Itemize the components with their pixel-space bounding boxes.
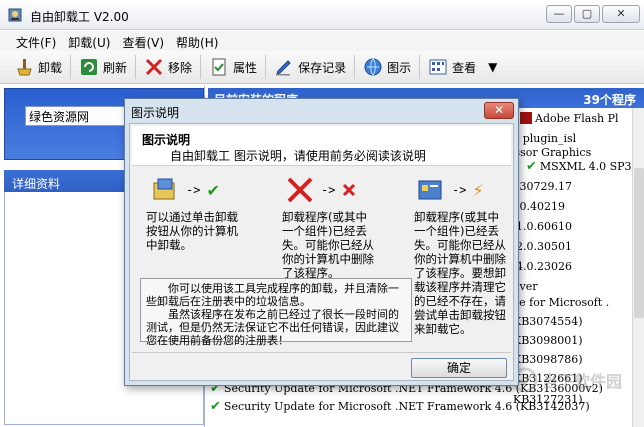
list-item[interactable]: ce for Microsoft .: [513, 292, 609, 312]
legend-item-1: -> ✔: [150, 172, 260, 208]
list-item[interactable]: 2.0.30501: [516, 236, 572, 256]
red-x-icon: [145, 58, 163, 76]
legend-dialog: 图示说明 ✕ 图示说明 自由卸载工 图示说明，请使用前务必阅读该说明 -> ✔ …: [124, 98, 519, 386]
legend-item-2: ->: [285, 172, 395, 208]
dropdown-arrow-icon[interactable]: ▼: [488, 60, 497, 74]
search-input[interactable]: [25, 106, 127, 126]
list-item[interactable]: Adobe Flash Pl: [520, 108, 619, 128]
dialog-title: 图示说明: [131, 106, 180, 120]
dialog-body: 图示说明 自由卸载工 图示说明，请使用前务必阅读该说明 -> ✔ -> -> ⚡…: [129, 123, 514, 381]
list-item[interactable]: ✔ MSXML 4.0 SP3: [526, 156, 632, 176]
minimize-button[interactable]: —: [546, 5, 572, 23]
save-log-button[interactable]: 保存记录: [268, 53, 352, 81]
list-scrollbar[interactable]: [632, 108, 644, 427]
legend-desc-2: 卸载程序(或其中一个组件)已经丢失。可能你已经从你的计算机中删除了该程序。: [282, 210, 374, 280]
maximize-button[interactable]: ▢: [574, 5, 600, 23]
window-title: 自由卸载工 V2.00: [30, 10, 129, 24]
remove-button[interactable]: 移除: [138, 53, 198, 81]
view-button[interactable]: 查看 ▼: [422, 53, 503, 81]
properties-button[interactable]: 属性: [203, 53, 263, 81]
scroll-thumb[interactable]: [634, 168, 644, 318]
legend-desc-3: 卸载程序(或其中一个组件)已经丢失。可能你已经从你的计算机中删除了该程序。要想卸…: [414, 210, 506, 336]
check-icon: ✔: [210, 398, 221, 414]
menu-uninstall[interactable]: 卸载(U): [62, 31, 116, 51]
menu-bar: 文件(F) 卸载(U) 查看(V) 帮助(H): [0, 31, 644, 51]
flash-icon: [520, 112, 532, 124]
list-item[interactable]: KB3098001): [513, 330, 583, 350]
menu-help[interactable]: 帮助(H): [170, 31, 224, 51]
menu-view[interactable]: 查看(V): [116, 31, 170, 51]
dialog-subtitle: 自由卸载工 图示说明，请使用前务必阅读该说明: [170, 149, 426, 163]
program-window-icon: [418, 180, 442, 200]
check-icon: ✔: [206, 180, 220, 200]
check-icon: ✔: [526, 158, 537, 174]
menu-file[interactable]: 文件(F): [10, 31, 62, 51]
clipboard-check-icon: [212, 58, 226, 76]
broom-icon: [17, 59, 32, 76]
toolbar: 卸载 刷新 移除 属性 保存记录 图示 查看 ▼: [0, 51, 644, 84]
lightning-icon: ⚡: [472, 180, 484, 200]
list-item[interactable]: KB3074554): [513, 311, 583, 331]
red-x-icon: [287, 177, 313, 203]
globe-icon: [364, 58, 382, 76]
warning-note: 你可以使用该工具完成程序的卸载，并且清除一些卸载后在注册表中的垃圾信息。 虽然该…: [140, 278, 412, 347]
program-count: 39个程序: [583, 93, 636, 107]
list-item[interactable]: 1.0.60610: [516, 216, 572, 236]
legend-item-3: -> ⚡: [416, 172, 526, 208]
legend-desc-1: 可以通过单击卸载按钮从你的计算机中卸载。: [146, 210, 238, 252]
app-icon: [8, 8, 22, 22]
pen-icon: [276, 60, 291, 76]
installer-box-icon: [153, 178, 175, 200]
title-bar: 自由卸载工 V2.00 — ▢ ✕: [0, 0, 644, 30]
grid-view-icon: [429, 59, 447, 75]
dialog-heading: 图示说明: [142, 133, 191, 147]
legend-button[interactable]: 图示: [357, 53, 417, 81]
list-item[interactable]: 4.0.23026: [516, 256, 572, 276]
watermark: 当下软件园: [512, 360, 632, 400]
dialog-close-button[interactable]: ✕: [484, 102, 514, 119]
refresh-button[interactable]: 刷新: [73, 53, 133, 81]
small-red-x-icon: [343, 183, 356, 197]
ok-button[interactable]: 确定: [411, 358, 507, 378]
uninstall-button[interactable]: 卸载: [8, 53, 68, 81]
dialog-header: 图示说明 自由卸载工 图示说明，请使用前务必阅读该说明: [132, 126, 511, 166]
refresh-icon: [81, 59, 98, 75]
close-window-button[interactable]: ✕: [602, 5, 640, 23]
